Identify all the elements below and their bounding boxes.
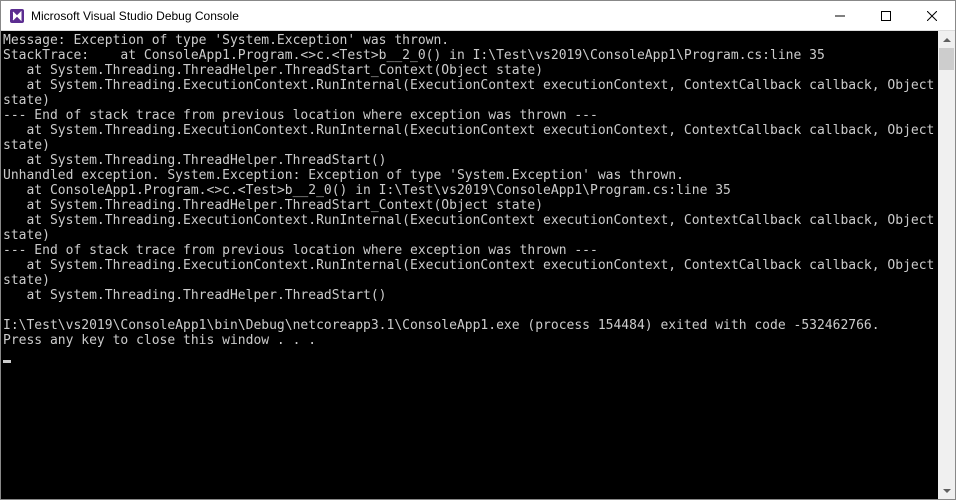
window: Microsoft Visual Studio Debug Console Me… xyxy=(0,0,956,500)
cursor xyxy=(3,360,11,363)
scroll-up-button[interactable] xyxy=(938,31,955,48)
scrollbar-track[interactable] xyxy=(938,48,955,482)
minimize-button[interactable] xyxy=(817,1,863,30)
titlebar[interactable]: Microsoft Visual Studio Debug Console xyxy=(1,1,955,31)
console-area[interactable]: Message: Exception of type 'System.Excep… xyxy=(1,31,955,499)
window-title: Microsoft Visual Studio Debug Console xyxy=(31,9,817,23)
console-output: Message: Exception of type 'System.Excep… xyxy=(1,31,938,499)
vertical-scrollbar[interactable] xyxy=(938,31,955,499)
scroll-down-button[interactable] xyxy=(938,482,955,499)
app-icon xyxy=(9,8,25,24)
scrollbar-thumb[interactable] xyxy=(939,48,954,70)
maximize-button[interactable] xyxy=(863,1,909,30)
close-button[interactable] xyxy=(909,1,955,30)
window-controls xyxy=(817,1,955,30)
